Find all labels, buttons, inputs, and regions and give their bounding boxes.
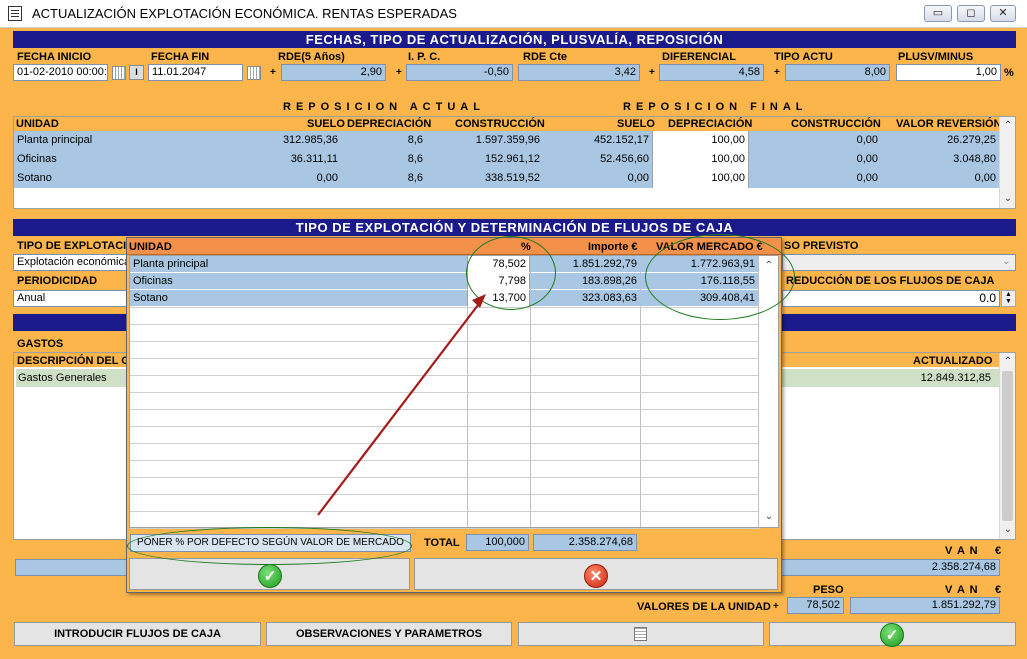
annotation-arrow	[317, 294, 486, 516]
